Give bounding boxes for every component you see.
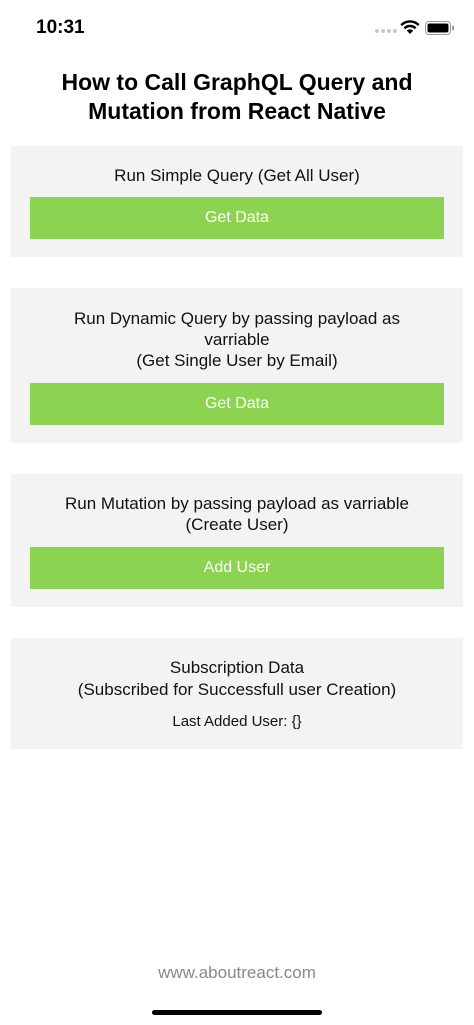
subscription-title: Subscription Data [169, 658, 305, 677]
get-single-user-button[interactable]: Get Data [30, 383, 444, 425]
wifi-icon [400, 20, 420, 34]
get-all-users-button[interactable]: Get Data [30, 197, 444, 239]
dynamic-query-subtitle: (Get Single User by Email) [136, 351, 338, 370]
status-time: 10:31 [36, 17, 85, 38]
page-title: How to Call GraphQL Query and Mutation f… [61, 69, 413, 124]
mutation-description: Run Mutation by passing payload as varri… [65, 494, 409, 513]
status-bar: 10:31 [0, 0, 474, 56]
mutation-subtitle: (Create User) [185, 515, 289, 534]
add-user-button[interactable]: Add User [30, 547, 444, 589]
battery-icon [425, 21, 454, 35]
home-indicator[interactable] [152, 1010, 322, 1015]
mutation-card: Run Mutation by passing payload as varri… [11, 474, 463, 607]
signal-icon [375, 29, 397, 33]
dynamic-query-card: Run Dynamic Query by passing payload as … [11, 288, 463, 443]
dynamic-query-description: Run Dynamic Query by passing payload as … [74, 309, 400, 349]
simple-query-description: Run Simple Query (Get All User) [114, 166, 360, 185]
footer-link[interactable]: www.aboutreact.com [0, 963, 474, 983]
simple-query-card: Run Simple Query (Get All User) Get Data [11, 146, 463, 257]
subscription-subtitle: (Subscribed for Successfull user Creatio… [77, 680, 397, 699]
subscription-card: Subscription Data (Subscribed for Succes… [11, 638, 463, 749]
last-added-user: Last Added User: {} [172, 713, 302, 730]
